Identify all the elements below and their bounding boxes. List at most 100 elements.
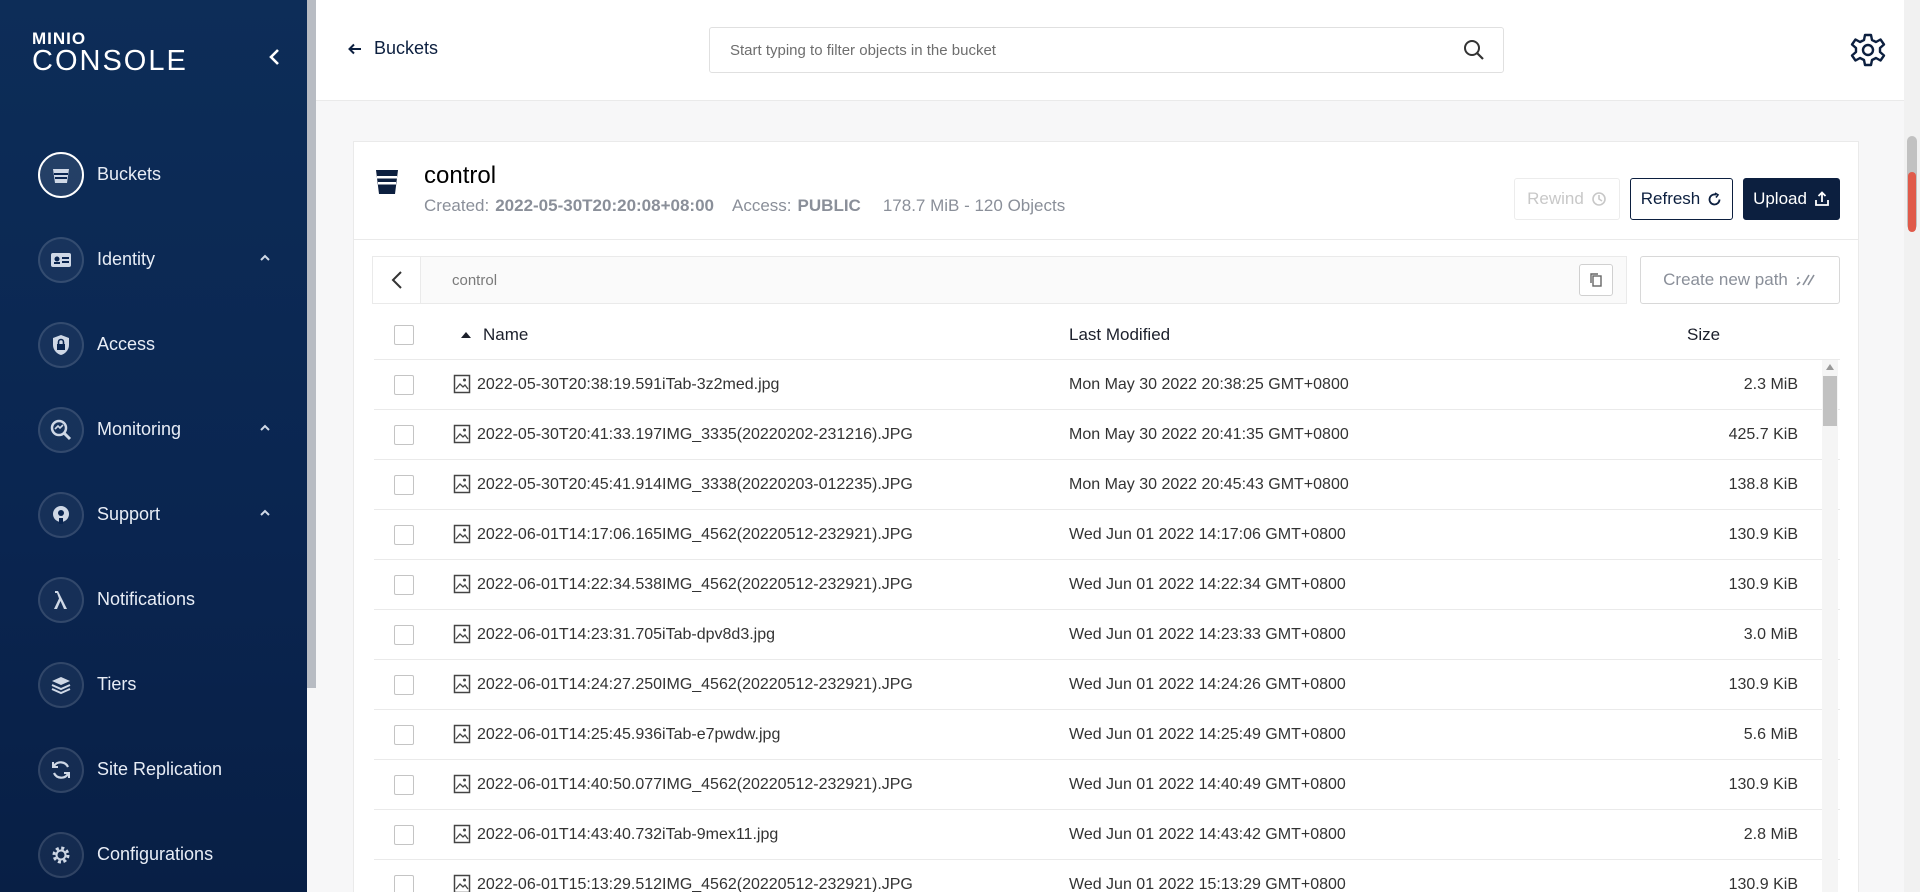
column-header-last-modified[interactable]: Last Modified <box>1069 325 1170 345</box>
bucket-header: control Created: 2022-05-30T20:20:08+08:0… <box>354 142 1858 240</box>
object-filter-search <box>709 27 1504 73</box>
row-checkbox[interactable] <box>394 375 414 395</box>
breadcrumb-back-button[interactable] <box>373 257 421 303</box>
create-new-path-button[interactable]: Create new path <box>1640 256 1840 304</box>
file-size: 130.9 KiB <box>1728 526 1798 543</box>
image-file-icon <box>453 574 471 594</box>
row-checkbox[interactable] <box>394 725 414 745</box>
sync-icon <box>38 746 84 793</box>
image-file-icon <box>453 674 471 694</box>
table-row[interactable]: 2022-05-30T20:41:33.197IMG_3335(20220202… <box>374 410 1840 460</box>
file-name: 2022-05-30T20:38:19.591iTab-3z2med.jpg <box>477 376 780 393</box>
table-body: 2022-05-30T20:38:19.591iTab-3z2med.jpg Mo… <box>374 360 1840 892</box>
sidebar-scrollbar[interactable] <box>307 0 316 688</box>
sidebar: MINIO CONSOLE Buckets Identity Access Mo… <box>0 0 307 892</box>
file-last-modified: Wed Jun 01 2022 14:22:34 GMT+0800 <box>1069 576 1346 593</box>
breadcrumb-path[interactable]: control <box>452 272 497 289</box>
sidebar-item-notifications[interactable]: Notifications <box>0 557 307 642</box>
sidebar-item-tiers[interactable]: Tiers <box>0 642 307 727</box>
bucket-name: control <box>424 162 497 189</box>
file-last-modified: Wed Jun 01 2022 15:13:29 GMT+0800 <box>1069 876 1346 892</box>
file-last-modified: Wed Jun 01 2022 14:40:49 GMT+0800 <box>1069 776 1346 793</box>
row-checkbox[interactable] <box>394 425 414 445</box>
lambda-icon <box>38 576 84 623</box>
column-header-size[interactable]: Size <box>1687 325 1720 345</box>
back-to-buckets-link[interactable]: Buckets <box>348 38 438 59</box>
bucket-icon <box>376 170 398 194</box>
select-all-checkbox[interactable] <box>394 325 414 345</box>
copy-path-button[interactable] <box>1579 264 1613 296</box>
table-row[interactable]: 2022-06-01T14:23:31.705iTab-dpv8d3.jpg We… <box>374 610 1840 660</box>
sidebar-item-buckets[interactable]: Buckets <box>0 132 307 217</box>
table-row[interactable]: 2022-05-30T20:45:41.914IMG_3338(20220203… <box>374 460 1840 510</box>
top-header: Buckets <box>316 0 1904 101</box>
file-size: 5.6 MiB <box>1743 726 1798 743</box>
logo-brand: MINIO <box>32 29 87 48</box>
image-file-icon <box>453 624 471 644</box>
sidebar-item-monitoring[interactable]: Monitoring <box>0 387 307 472</box>
table-row[interactable]: 2022-05-30T20:38:19.591iTab-3z2med.jpg Mo… <box>374 360 1840 410</box>
row-checkbox[interactable] <box>394 525 414 545</box>
table-row[interactable]: 2022-06-01T14:40:50.077IMG_4562(20220512… <box>374 760 1840 810</box>
table-row[interactable]: 2022-06-01T14:25:45.936iTab-e7pwdw.jpg We… <box>374 710 1840 760</box>
file-name: 2022-06-01T14:23:31.705iTab-dpv8d3.jpg <box>477 626 776 643</box>
table-header: Name Last Modified Size <box>374 310 1840 360</box>
back-label: Buckets <box>374 38 439 58</box>
file-size: 130.9 KiB <box>1728 576 1798 593</box>
row-checkbox[interactable] <box>394 675 414 695</box>
search-input[interactable] <box>710 28 1450 72</box>
table-row[interactable]: 2022-06-01T14:22:34.538IMG_4562(20220512… <box>374 560 1840 610</box>
row-checkbox[interactable] <box>394 575 414 595</box>
column-header-name[interactable]: Name <box>483 325 528 345</box>
sort-ascending-icon[interactable] <box>460 331 472 339</box>
row-checkbox[interactable] <box>394 825 414 845</box>
sidebar-item-label: Identity <box>97 249 156 269</box>
sidebar-item-access[interactable]: Access <box>0 302 307 387</box>
page-scrollbar[interactable] <box>1904 0 1920 892</box>
sidebar-item-identity[interactable]: Identity <box>0 217 307 302</box>
chevron-up-icon <box>260 509 270 516</box>
file-size: 130.9 KiB <box>1728 776 1798 793</box>
file-size: 2.8 MiB <box>1743 826 1798 843</box>
settings-gear-icon[interactable] <box>1850 32 1886 68</box>
scroll-up-arrow[interactable] <box>1826 364 1834 370</box>
upload-button[interactable]: Upload <box>1743 178 1840 220</box>
table-row[interactable]: 2022-06-01T14:24:27.250IMG_4562(20220512… <box>374 660 1840 710</box>
sidebar-item-label: Monitoring <box>97 419 182 439</box>
upload-label: Upload <box>1753 189 1807 208</box>
table-row[interactable]: 2022-06-01T14:17:06.165IMG_4562(20220512… <box>374 510 1840 560</box>
sidebar-item-label: Support <box>97 504 161 524</box>
table-scrollbar-thumb[interactable] <box>1823 376 1837 426</box>
rewind-button[interactable]: Rewind <box>1514 178 1620 220</box>
table-scrollbar[interactable] <box>1822 360 1838 892</box>
image-file-icon <box>453 774 471 794</box>
row-checkbox[interactable] <box>394 775 414 795</box>
image-file-icon <box>453 374 471 394</box>
table-row[interactable]: 2022-06-01T14:43:40.732iTab-9mex11.jpg We… <box>374 810 1840 860</box>
sidebar-item-configurations[interactable]: Configurations <box>0 812 307 892</box>
file-size: 130.9 KiB <box>1728 676 1798 693</box>
row-checkbox[interactable] <box>394 875 414 892</box>
table-row[interactable]: 2022-06-01T15:13:29.512IMG_4562(20220512… <box>374 860 1840 892</box>
row-checkbox[interactable] <box>394 475 414 495</box>
sidebar-item-support[interactable]: Support <box>0 472 307 557</box>
objects-table: Name Last Modified Size 2022-05-30T20:38… <box>374 310 1840 892</box>
bucket-size-summary: 178.7 MiB - 120 Objects <box>882 196 1066 215</box>
file-name: 2022-06-01T14:43:40.732iTab-9mex11.jpg <box>477 826 779 843</box>
refresh-button[interactable]: Refresh <box>1630 178 1733 220</box>
magnifier-chart-icon <box>38 406 84 453</box>
scroll-marker <box>1908 172 1916 232</box>
collapse-sidebar-button[interactable] <box>264 46 286 68</box>
chevron-up-icon <box>260 424 270 431</box>
upload-icon <box>1815 191 1829 206</box>
file-name: 2022-06-01T15:13:29.512IMG_4562(20220512… <box>477 876 913 892</box>
sidebar-item-label: Configurations <box>97 844 214 864</box>
bucket-meta: Created: 2022-05-30T20:20:08+08:00 Access:… <box>424 196 1065 216</box>
layers-icon <box>38 661 84 708</box>
minio-console-logo[interactable]: MINIO CONSOLE <box>32 29 188 76</box>
row-checkbox[interactable] <box>394 625 414 645</box>
sidebar-item-site-replication[interactable]: Site Replication <box>0 727 307 812</box>
search-icon[interactable] <box>1463 39 1485 61</box>
history-icon <box>1592 192 1606 206</box>
file-name: 2022-06-01T14:40:50.077IMG_4562(20220512… <box>477 776 913 793</box>
